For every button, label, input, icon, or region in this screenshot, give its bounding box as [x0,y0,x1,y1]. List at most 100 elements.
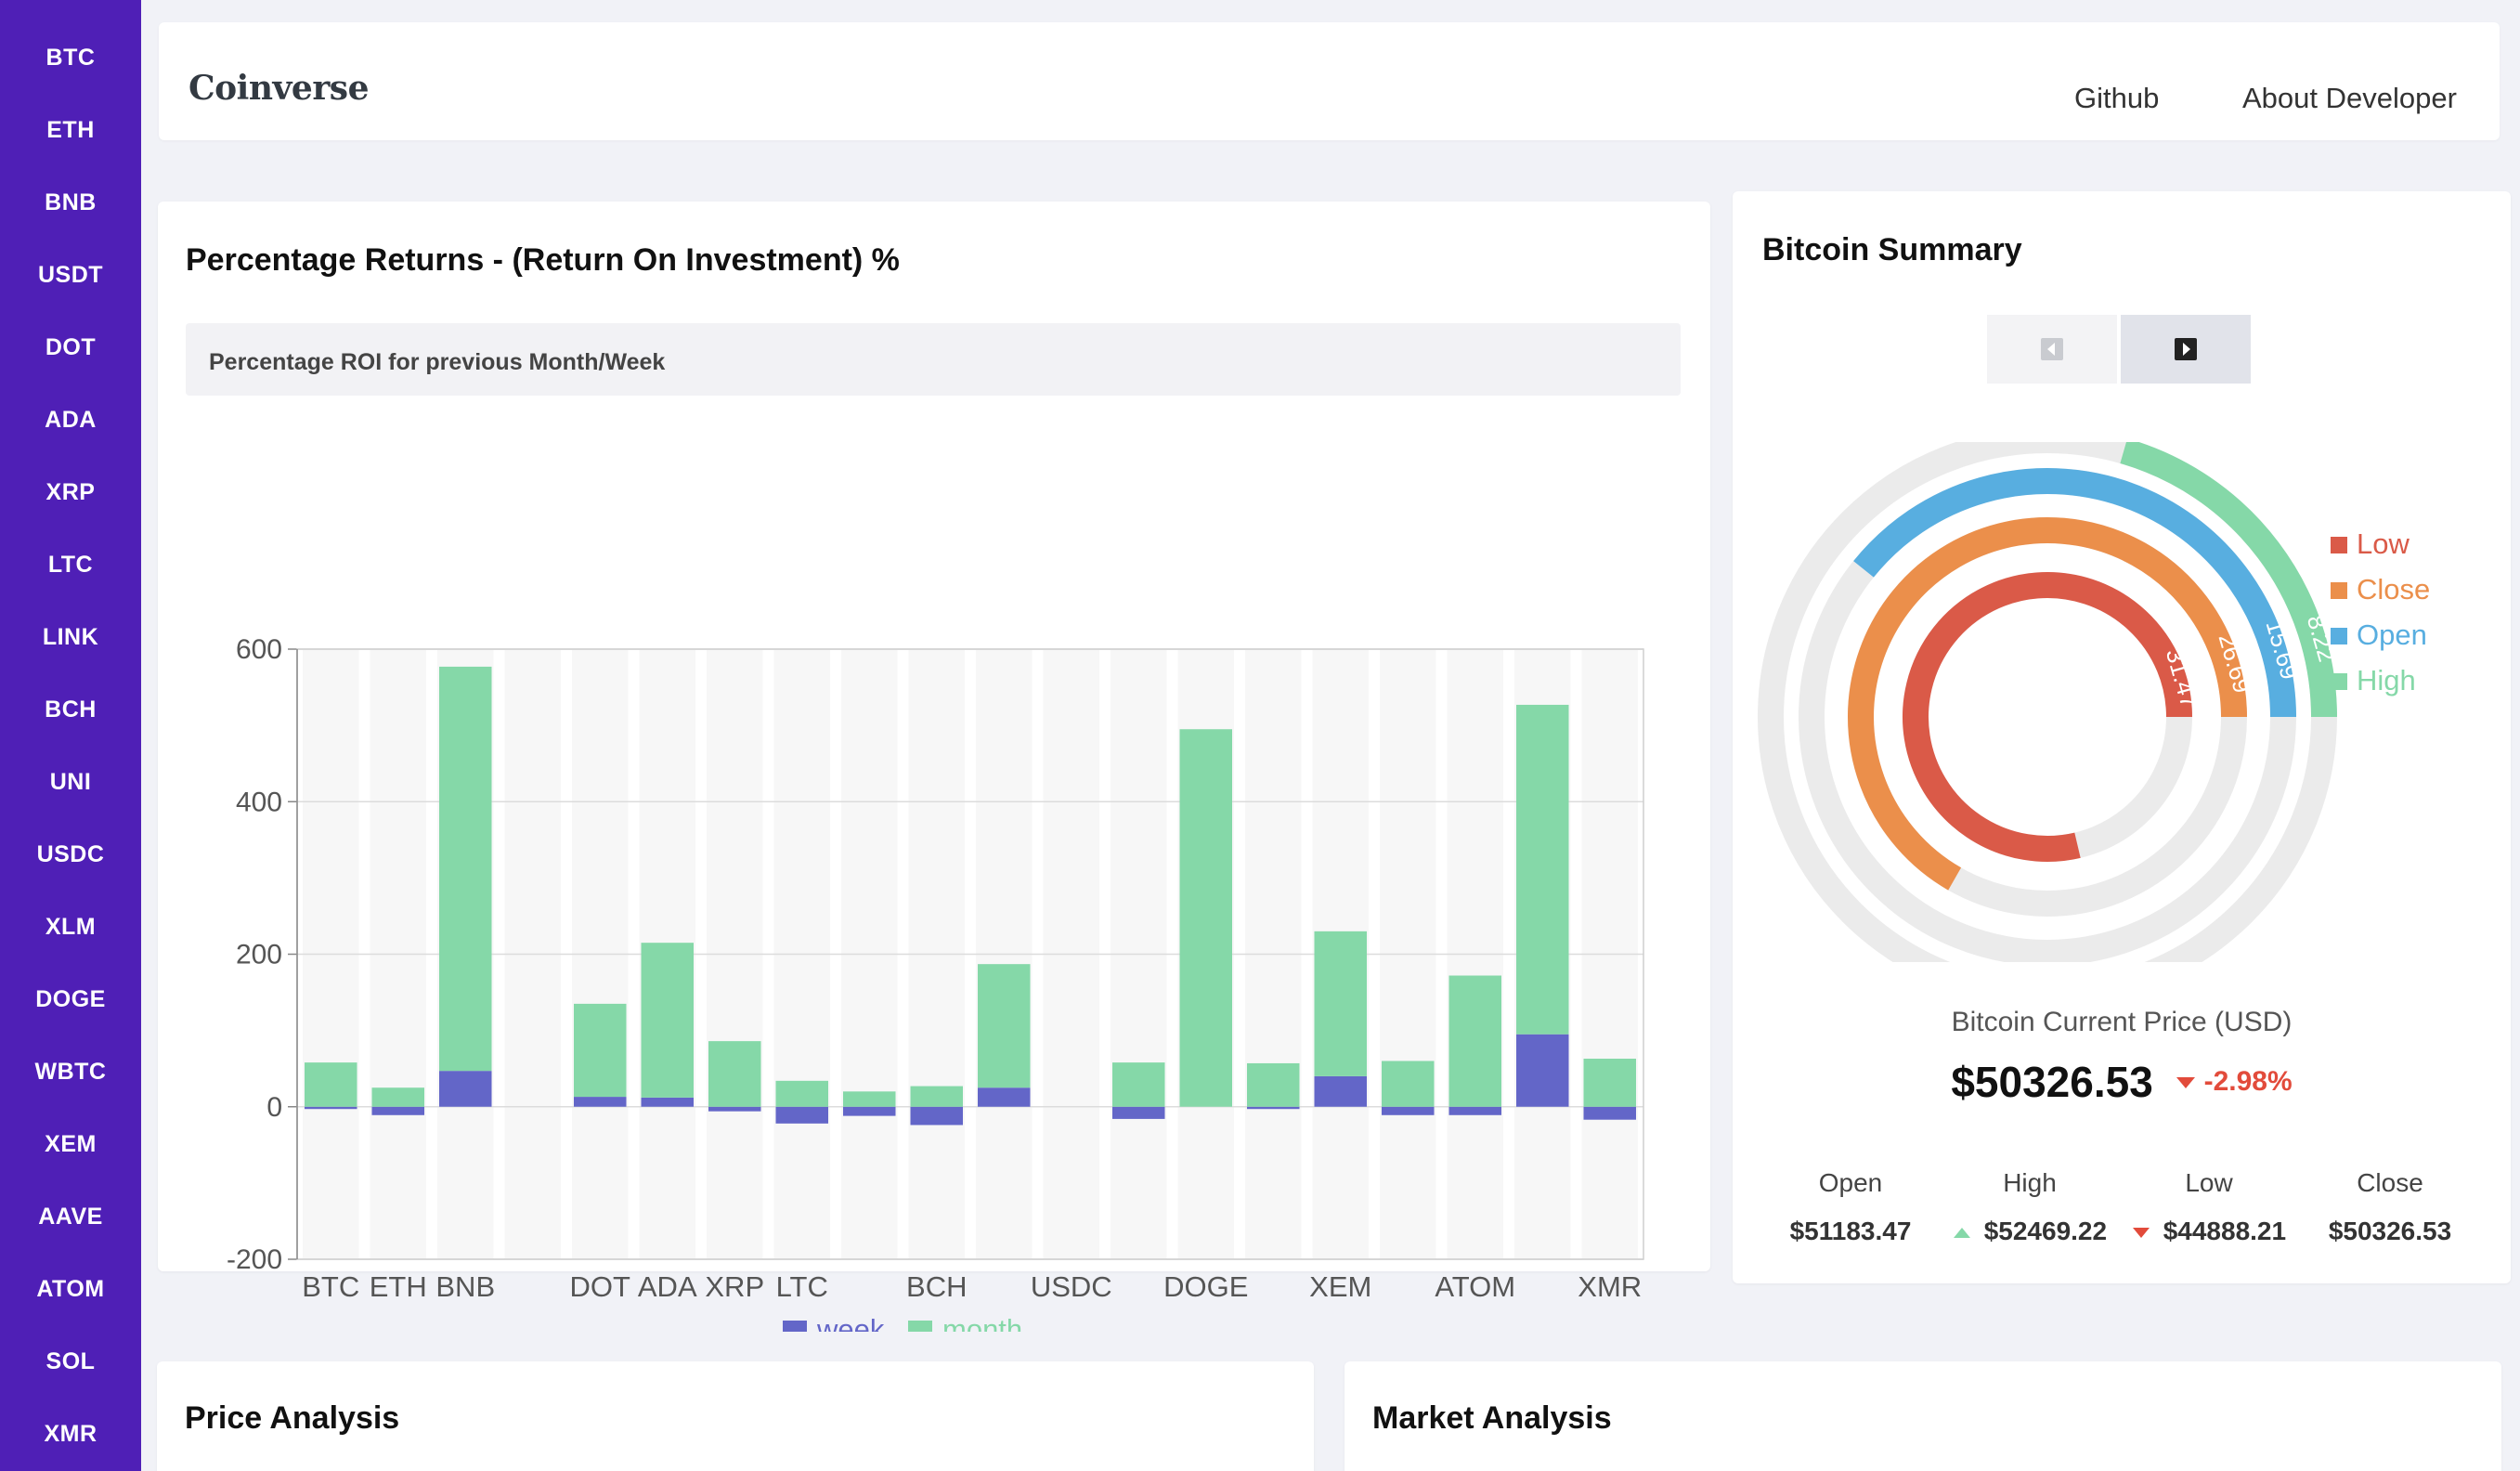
github-link[interactable]: Github [2074,82,2159,115]
bar-week-link [843,1106,896,1116]
brand-logo[interactable]: Coinverse [188,69,369,108]
caret-down-icon [2132,1228,2150,1239]
price-analysis-card: Price Analysis [157,1361,1314,1471]
stat-close-value: $50326.53 [2328,1217,2452,1245]
roi-subheader: Percentage ROI for previous Month/Week [186,323,1681,396]
legend-low-swatch [2331,537,2347,553]
sidebar-item-link[interactable]: LINK [0,609,141,665]
bar-week-wbtc [1247,1106,1300,1110]
bar-week-xem [1314,1075,1367,1107]
x-tick-label: DOT [570,1270,631,1303]
x-tick-label: DOGE [1163,1270,1248,1303]
price-analysis-title: Price Analysis [185,1400,400,1436]
sidebar-item-xmr[interactable]: XMR [0,1406,141,1462]
legend-high-swatch [2331,673,2347,690]
x-tick-label: BCH [906,1270,967,1303]
bar-week-bch [910,1106,963,1126]
stat-close-label: Close [2357,1168,2423,1197]
bar-month-dot [574,1003,627,1098]
stat-high: High $52469.22 [1937,1168,2123,1246]
stat-low-row: $44888.21 [2116,1217,2302,1246]
bar-week-bnb [439,1071,492,1107]
sidebar-item-atom[interactable]: ATOM [0,1261,141,1317]
sidebar-item-ltc[interactable]: LTC [0,537,141,592]
bar-week-xrp [708,1106,761,1112]
roi-title: Percentage Returns - (Return On Investme… [186,242,900,278]
bar-month-uni [978,964,1031,1088]
bar-month-btc [305,1062,357,1107]
bar-week-ada [641,1097,694,1107]
sidebar-item-aave[interactable]: AAVE [0,1189,141,1244]
bar-week-btc [305,1106,357,1110]
about-developer-link[interactable]: About Developer [2242,82,2457,115]
x-tick-label: USDC [1031,1270,1112,1303]
price-change-value: -2.98% [2203,1066,2293,1097]
bar-month-atom [1448,975,1501,1107]
bar-month-link [843,1091,896,1107]
bar-month-sol [1516,704,1569,1035]
y-tick-label: 400 [236,787,282,817]
x-tick-label: LTC [776,1270,828,1303]
bar-month-ada [641,943,694,1098]
next-button[interactable] [2121,315,2251,384]
bitcoin-radial-chart: 31.47 26.69 15.698.22LowCloseOpenHigh [1758,442,2430,962]
price-change: -2.98% [2176,1066,2293,1097]
caret-left-icon [2041,338,2063,360]
legend-close-swatch [2331,582,2347,599]
bar-month-wbtc [1247,1062,1300,1107]
sidebar-item-xlm[interactable]: XLM [0,899,141,955]
bar-month-xem [1314,931,1367,1076]
sidebar-item-wbtc[interactable]: WBTC [0,1044,141,1100]
sidebar-item-dot[interactable]: DOT [0,319,141,375]
sidebar-item-sol[interactable]: SOL [0,1334,141,1389]
bar-week-eth [371,1106,424,1115]
stat-high-value: $52469.22 [1983,1217,2108,1245]
legend-high-label: High [2357,664,2416,696]
caret-right-icon [2175,338,2197,360]
stat-high-label: High [2003,1168,2057,1197]
y-tick-label: 600 [236,634,282,665]
y-tick-label: 0 [266,1092,282,1123]
sidebar-item-uni[interactable]: UNI [0,754,141,810]
legend-close-label: Close [2357,573,2430,605]
sidebar: BTC ETH BNB USDT DOT ADA XRP LTC LINK BC… [0,0,141,1471]
sidebar-item-xrp[interactable]: XRP [0,464,141,520]
bar-month-aave [1382,1061,1435,1107]
bar-month-bnb [439,666,492,1072]
sidebar-item-doge[interactable]: DOGE [0,971,141,1027]
y-tick-label: 200 [236,940,282,970]
stat-low-label: Low [2185,1168,2233,1197]
sidebar-item-usdc[interactable]: USDC [0,827,141,882]
legend-week-label: week [816,1313,885,1332]
legend-month-swatch [908,1321,932,1332]
roi-subtitle: Percentage ROI for previous Month/Week [209,349,666,375]
bar-week-aave [1382,1106,1435,1115]
current-price: $50326.53 [1951,1058,2153,1106]
sidebar-item-ada[interactable]: ADA [0,392,141,448]
sidebar-item-eth[interactable]: ETH [0,102,141,158]
sidebar-item-bnb[interactable]: BNB [0,175,141,230]
roi-card: Percentage Returns - (Return On Investme… [158,202,1710,1332]
previous-button[interactable] [1987,315,2117,384]
legend-open-label: Open [2357,618,2427,651]
current-price-label: Bitcoin Current Price (USD) [1951,1007,2293,1037]
bar-week-xmr [1583,1106,1636,1120]
x-tick-label: BTC [302,1270,359,1303]
bar-week-sol [1516,1034,1569,1107]
bar-week-xlm [1112,1106,1165,1119]
bar-week-uni [978,1087,1031,1107]
legend-open-swatch [2331,628,2347,644]
bar-month-xmr [1583,1059,1636,1107]
y-tick-label: -200 [227,1244,282,1275]
sidebar-item-xem[interactable]: XEM [0,1116,141,1172]
x-tick-label: BNB [435,1270,495,1303]
sidebar-item-btc[interactable]: BTC [0,30,141,85]
stat-low-value: $44888.21 [2163,1217,2287,1245]
sidebar-item-bch[interactable]: BCH [0,682,141,737]
bar-month-bch [910,1086,963,1107]
summary-title: Bitcoin Summary [1762,232,2022,267]
x-tick-label: ATOM [1435,1270,1515,1303]
sidebar-item-usdt[interactable]: USDT [0,247,141,303]
bar-week-ltc [775,1106,828,1124]
bar-month-eth [371,1087,424,1107]
